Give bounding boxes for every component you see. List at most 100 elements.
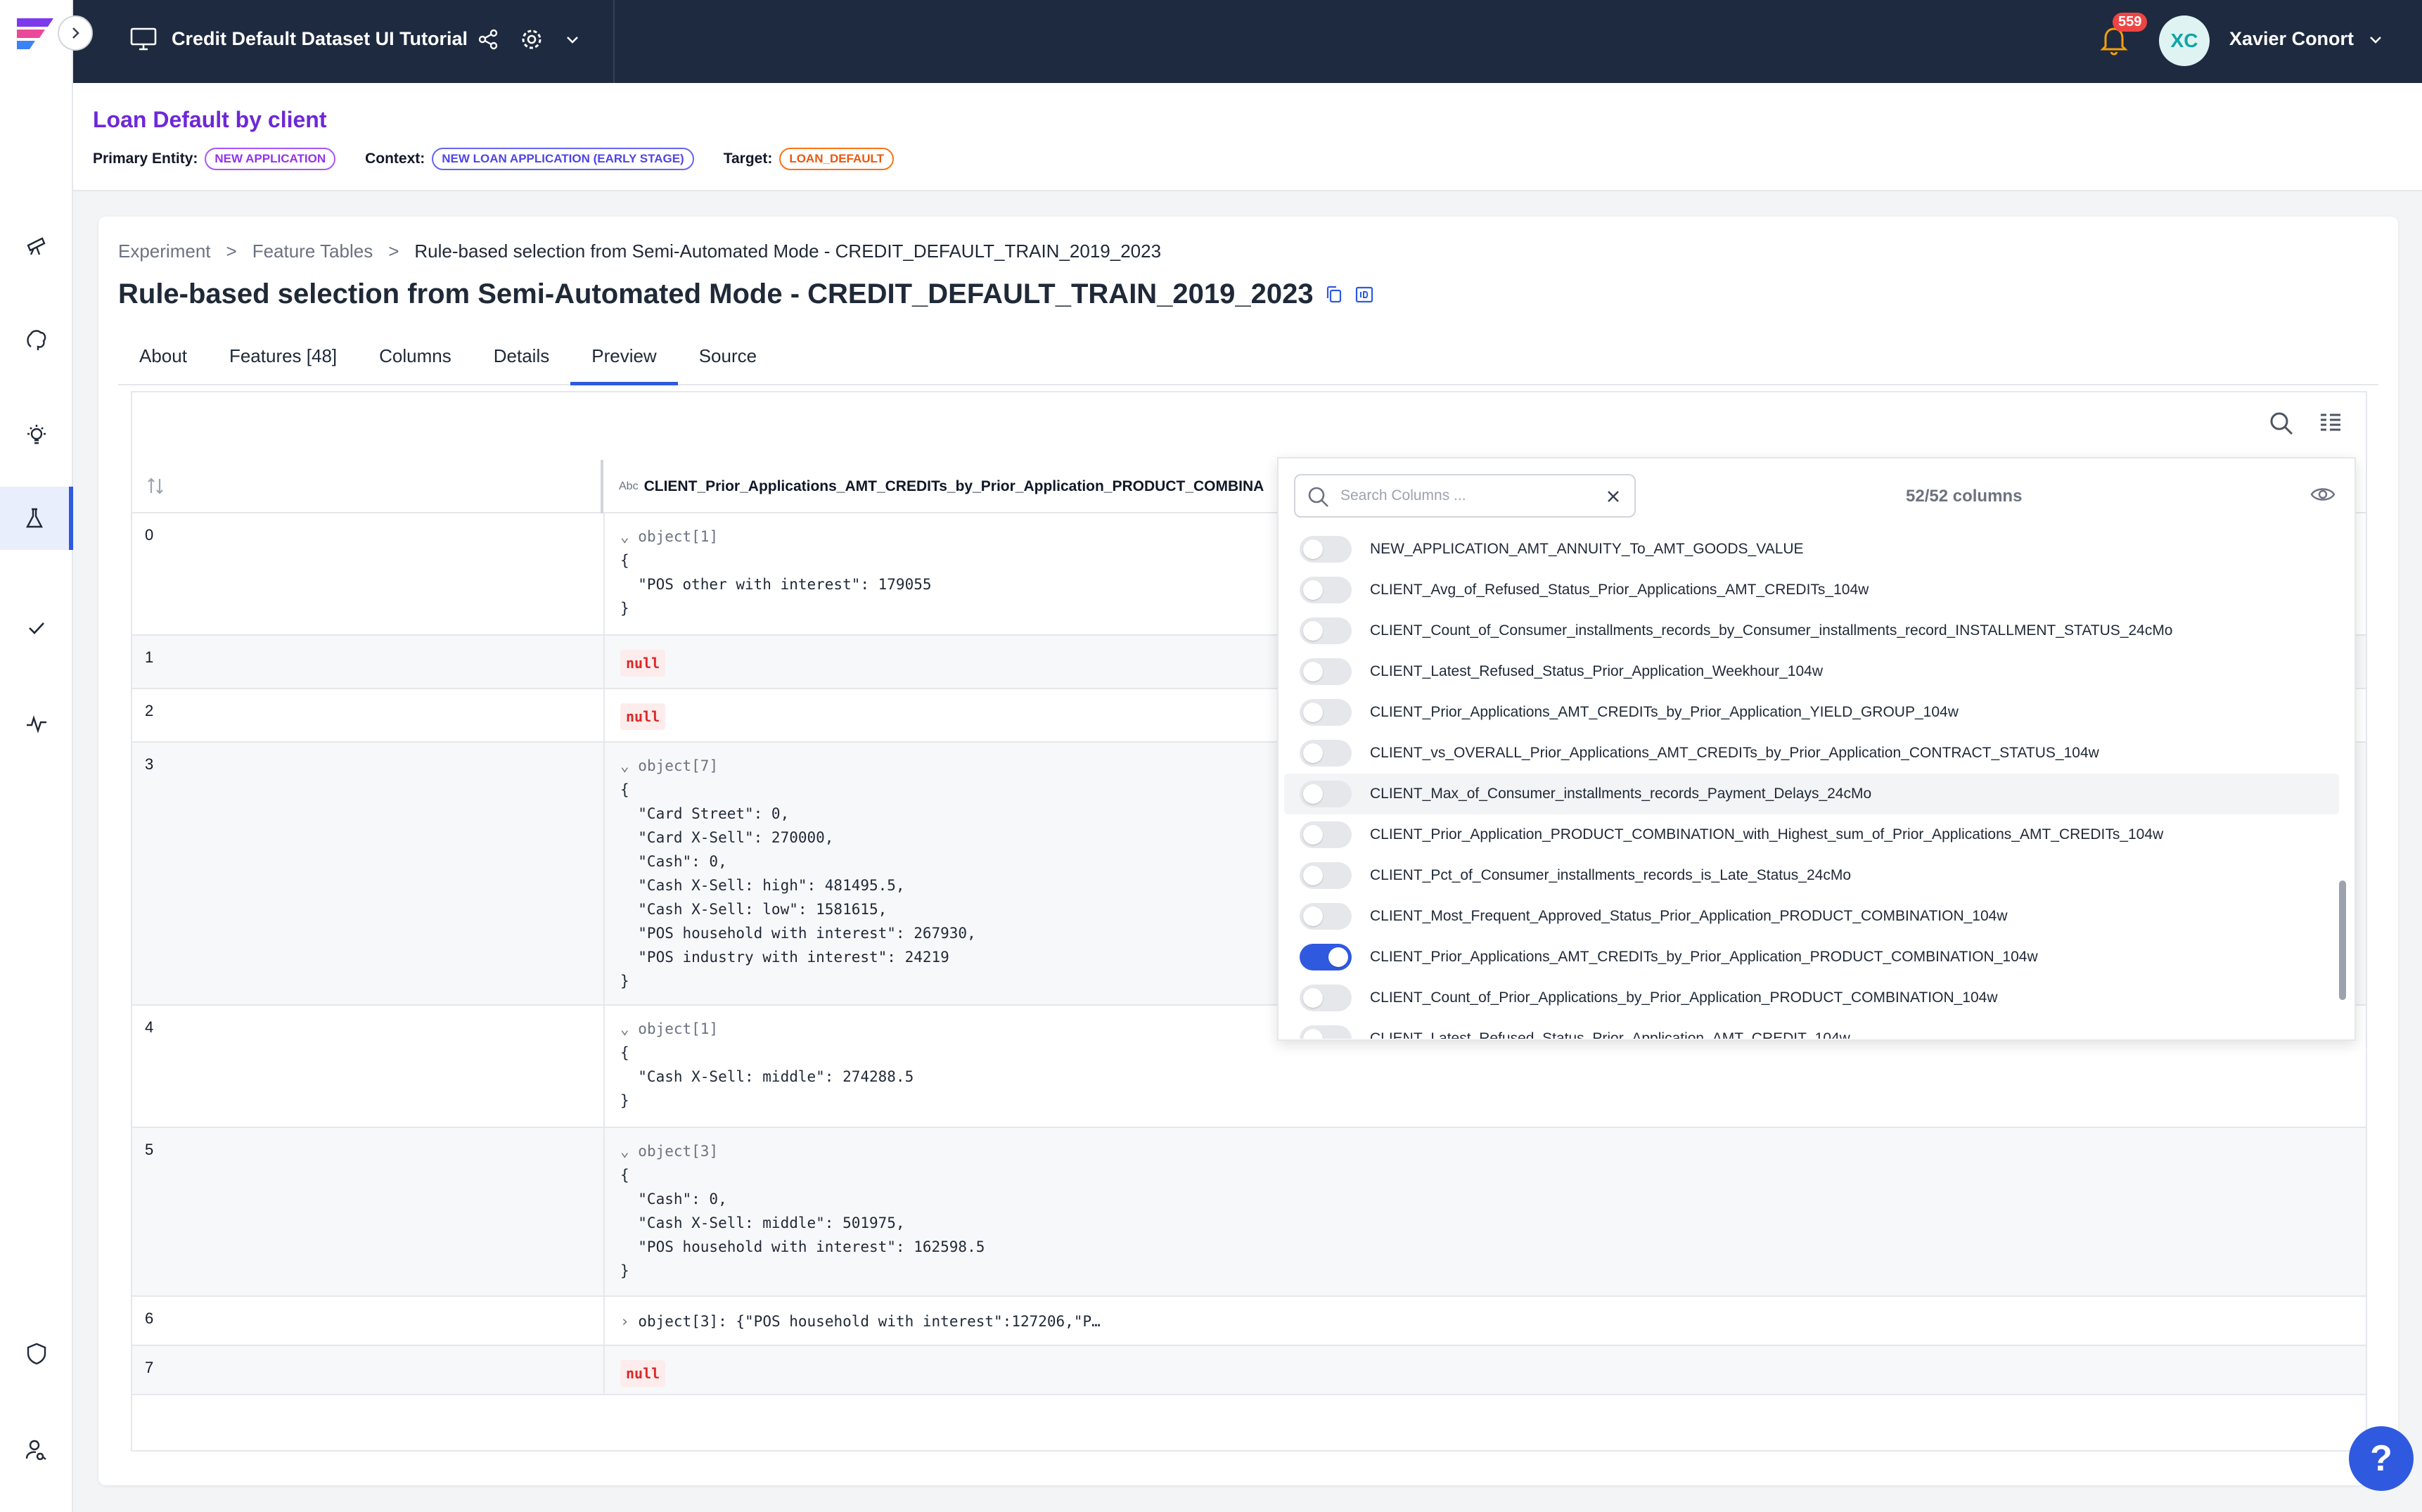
breadcrumb-feature-tables[interactable]: Feature Tables	[252, 241, 373, 262]
top-bar: Credit Default Dataset UI Tutorial 559 X…	[73, 0, 2422, 83]
sort-icon[interactable]	[145, 475, 166, 496]
table-row[interactable]: 5 ⌄ object[3] { "Cash": 0, "Cash X-Sell:…	[132, 1128, 2366, 1297]
list-item[interactable]: CLIENT_Pct_of_Consumer_installments_reco…	[1284, 855, 2339, 896]
visibility-toggle[interactable]	[1300, 781, 1352, 807]
expand-sidebar-button[interactable]	[58, 15, 93, 51]
column-list-scrollbar[interactable]	[2339, 880, 2346, 1000]
cell-value[interactable]: null	[620, 1360, 666, 1387]
row-index: 3	[145, 755, 154, 773]
visibility-toggle[interactable]	[1300, 617, 1352, 644]
column-header-label: CLIENT_Prior_Applications_AMT_CREDITs_by…	[643, 478, 1264, 494]
tab-preview[interactable]: Preview	[570, 329, 678, 385]
list-item[interactable]: CLIENT_Count_of_Consumer_installments_re…	[1284, 610, 2339, 651]
eye-icon[interactable]	[2309, 484, 2336, 505]
monitor-icon	[130, 27, 157, 51]
nav-user-search[interactable]	[0, 1418, 73, 1481]
grid-toolbar	[2267, 409, 2345, 437]
tab-about[interactable]: About	[118, 329, 208, 385]
list-item[interactable]: CLIENT_Max_of_Consumer_installments_reco…	[1284, 774, 2339, 814]
cell-value[interactable]: ⌄ object[7] { "Card Street": 0, "Card X-…	[620, 754, 976, 993]
context-badge: NEW LOAN APPLICATION (EARLY STAGE)	[432, 148, 694, 170]
column-count: 52/52 columns	[1906, 487, 2023, 506]
breadcrumb-separator: >	[226, 241, 237, 262]
share-icon[interactable]	[477, 28, 499, 51]
clear-icon[interactable]	[1605, 488, 1622, 505]
cell-value[interactable]: null	[620, 650, 666, 677]
list-item[interactable]: NEW_APPLICATION_AMT_ANNUITY_To_AMT_GOODS…	[1284, 529, 2339, 570]
list-item[interactable]: CLIENT_vs_OVERALL_Prior_Applications_AMT…	[1284, 733, 2339, 774]
visibility-toggle[interactable]	[1300, 985, 1352, 1011]
gear-icon[interactable]	[519, 27, 544, 52]
context-label: Context:	[365, 150, 425, 167]
cell-value[interactable]: ⌄ object[1] { "Cash X-Sell: middle": 274…	[620, 1017, 914, 1113]
expand-toggle[interactable]: ⌄ object[3]	[620, 1143, 718, 1160]
visibility-toggle[interactable]	[1300, 658, 1352, 685]
tab-columns[interactable]: Columns	[358, 329, 473, 385]
visibility-toggle[interactable]	[1300, 536, 1352, 563]
column-name: CLIENT_Count_of_Prior_Applications_by_Pr…	[1370, 989, 1998, 1006]
cell-value[interactable]: ⌄ object[3] { "Cash": 0, "Cash X-Sell: m…	[620, 1139, 985, 1283]
column-divider	[603, 689, 605, 741]
tab-features[interactable]: Features [48]	[208, 329, 358, 385]
cell-value[interactable]: null	[620, 703, 666, 730]
nav-telescope[interactable]	[0, 212, 73, 276]
column-name: CLIENT_Most_Frequent_Approved_Status_Pri…	[1370, 908, 2008, 924]
user-menu-chevron-icon[interactable]	[2367, 31, 2384, 48]
expand-toggle[interactable]: ⌄ object[1]	[620, 528, 718, 545]
list-item[interactable]: CLIENT_Prior_Applications_AMT_CREDITs_by…	[1284, 937, 2339, 978]
expand-toggle[interactable]: ›	[620, 1313, 629, 1330]
dataset-selector[interactable]: Credit Default Dataset UI Tutorial	[73, 0, 615, 83]
list-item[interactable]: CLIENT_Most_Frequent_Approved_Status_Pri…	[1284, 896, 2339, 937]
column-header[interactable]: Abc CLIENT_Prior_Applications_AMT_CREDIT…	[606, 460, 1264, 513]
column-visibility-panel: Search Columns ... 52/52 columns NEW_APP…	[1277, 457, 2356, 1041]
columns-toggle-icon[interactable]	[2317, 409, 2345, 437]
cell-value[interactable]: ⌄ object[1] { "POS other with interest":…	[620, 525, 932, 620]
nav-security[interactable]	[0, 1322, 73, 1385]
search-icon[interactable]	[2267, 409, 2295, 437]
tab-details[interactable]: Details	[473, 329, 570, 385]
object-body: { "Cash X-Sell: middle": 274288.5 }	[620, 1044, 914, 1109]
nav-deploy[interactable]	[0, 596, 73, 660]
breadcrumb: Experiment > Feature Tables > Rule-based…	[118, 241, 1161, 262]
page-title-row: Rule-based selection from Semi-Automated…	[118, 278, 1374, 310]
visibility-toggle[interactable]	[1300, 821, 1352, 848]
visibility-toggle[interactable]	[1300, 944, 1352, 970]
row-index: 1	[145, 648, 154, 666]
list-item[interactable]: CLIENT_Count_of_Prior_Applications_by_Pr…	[1284, 978, 2339, 1018]
tab-source[interactable]: Source	[678, 329, 778, 385]
nav-ideas[interactable]	[0, 404, 73, 467]
column-search-input[interactable]: Search Columns ...	[1294, 474, 1636, 518]
visibility-toggle[interactable]	[1300, 699, 1352, 726]
list-item[interactable]: CLIENT_Prior_Applications_AMT_CREDITs_by…	[1284, 692, 2339, 733]
list-item[interactable]: CLIENT_Avg_of_Refused_Status_Prior_Appli…	[1284, 570, 2339, 610]
nav-monitoring[interactable]	[0, 692, 73, 755]
app-logo-icon[interactable]	[14, 15, 56, 52]
avatar[interactable]: XC	[2159, 15, 2210, 66]
visibility-toggle[interactable]	[1300, 862, 1352, 889]
search-icon	[1308, 487, 1328, 507]
cell-value[interactable]: › object[3]: {"POS household with intere…	[620, 1309, 1101, 1333]
user-name[interactable]: Xavier Conort	[2229, 28, 2354, 50]
list-item[interactable]: CLIENT_Latest_Refused_Status_Prior_Appli…	[1284, 1018, 2339, 1039]
dataset-title: Credit Default Dataset UI Tutorial	[172, 28, 468, 49]
visibility-toggle[interactable]	[1300, 577, 1352, 603]
breadcrumb-experiment[interactable]: Experiment	[118, 241, 211, 262]
list-item[interactable]: CLIENT_Prior_Application_PRODUCT_COMBINA…	[1284, 814, 2339, 855]
expand-toggle[interactable]: ⌄ object[1]	[620, 1020, 718, 1037]
help-button[interactable]: ?	[2349, 1426, 2414, 1491]
index-column-header[interactable]	[132, 460, 603, 513]
nav-experiment[interactable]	[0, 487, 73, 550]
copy-icon[interactable]	[1325, 285, 1343, 305]
expand-toggle[interactable]: ⌄ object[7]	[620, 757, 718, 774]
visibility-toggle[interactable]	[1300, 740, 1352, 767]
id-icon[interactable]	[1354, 285, 1374, 305]
column-search-placeholder: Search Columns ...	[1340, 487, 1466, 504]
list-item[interactable]: CLIENT_Latest_Refused_Status_Prior_Appli…	[1284, 651, 2339, 692]
visibility-toggle[interactable]	[1300, 1025, 1352, 1039]
table-row[interactable]: 7 null	[132, 1346, 2366, 1395]
table-row[interactable]: 6 › object[3]: {"POS household with inte…	[132, 1297, 2366, 1346]
use-case-title[interactable]: Loan Default by client	[93, 107, 326, 133]
chevron-down-icon[interactable]	[564, 31, 581, 48]
visibility-toggle[interactable]	[1300, 903, 1352, 930]
nav-brain[interactable]	[0, 308, 73, 371]
